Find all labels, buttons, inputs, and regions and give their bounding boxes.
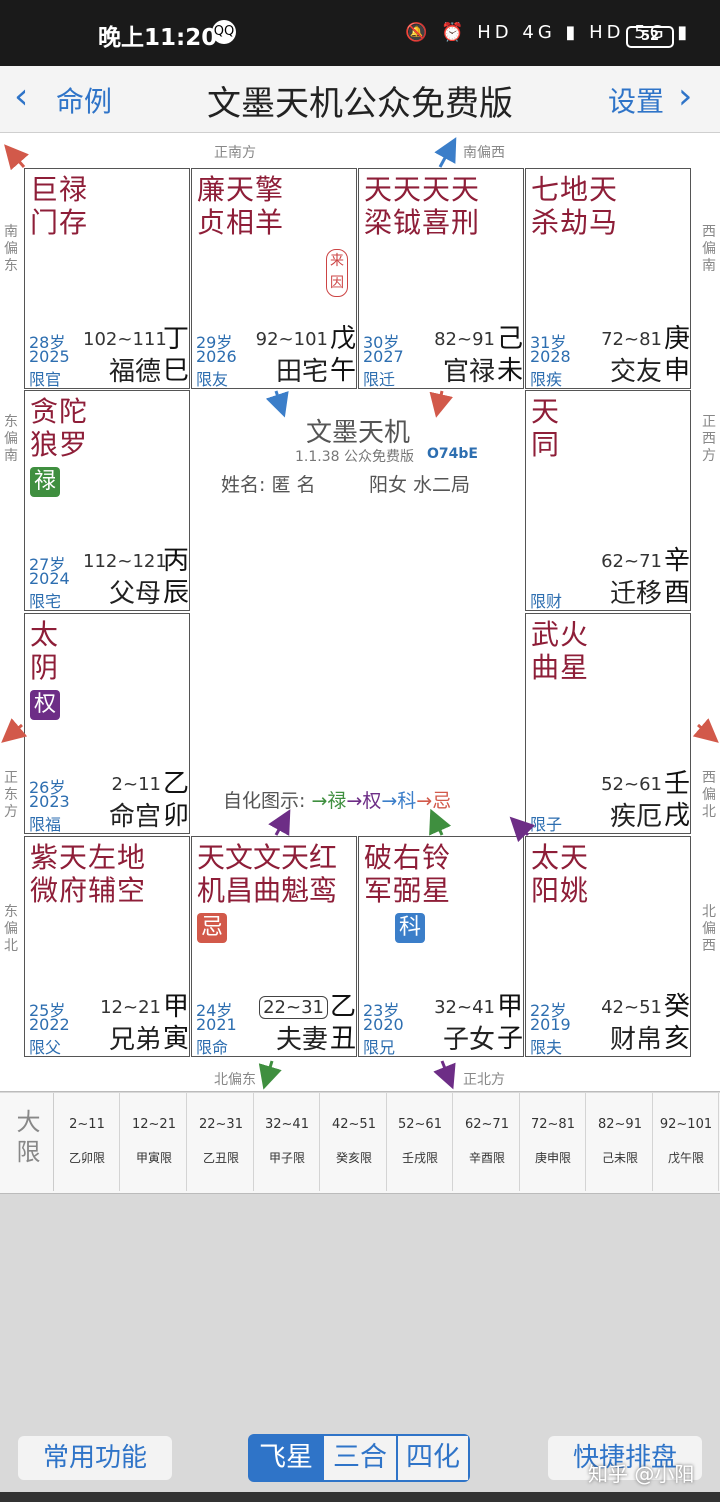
settings-button[interactable]: 设置: [608, 80, 664, 120]
daxian-cell[interactable]: 32~41 甲子限: [254, 1093, 320, 1191]
arrow-quan-icon: [509, 816, 536, 843]
daxian-cell[interactable]: 2~11 乙卯限: [54, 1093, 120, 1191]
back-button[interactable]: 命例: [56, 80, 112, 120]
system-nav-bar: [0, 1492, 720, 1502]
daxian-cell[interactable]: 72~81 庚申限: [520, 1093, 586, 1191]
arrow-ji-icon: [1, 718, 28, 743]
arrow-ke-icon: [265, 390, 289, 418]
arrow-quan-icon: [433, 1060, 456, 1090]
daxian-cell[interactable]: 42~51 癸亥限: [321, 1093, 387, 1191]
chart-mode-segmented: 飞星 三合 四化: [248, 1434, 470, 1482]
tab-sanhe[interactable]: 三合: [324, 1436, 396, 1480]
chevron-left-icon[interactable]: ‹: [14, 76, 28, 117]
daxian-cell[interactable]: 52~61 壬戌限: [387, 1093, 453, 1191]
daxian-cell[interactable]: 22~31 乙丑限: [188, 1093, 254, 1191]
arrow-lu-icon: [258, 1060, 282, 1090]
arrow-ji-icon: [429, 390, 453, 418]
nav-bar: 文墨天机公众免费版 ‹ 命例 设置 ›: [0, 66, 720, 133]
chevron-right-icon[interactable]: ›: [678, 76, 692, 117]
hua-arrows: [1, 137, 719, 1090]
arrow-ke-icon: [434, 137, 457, 168]
battery-icon: 52: [626, 26, 674, 48]
daxian-cell[interactable]: 92~101 戊午限: [653, 1093, 719, 1191]
watermark: 知乎 @小阳: [588, 1462, 695, 1486]
daxian-cell[interactable]: 62~71 辛酉限: [454, 1093, 520, 1191]
daxian-cell[interactable]: 82~91 己未限: [587, 1093, 653, 1191]
common-functions-button[interactable]: 常用功能: [18, 1436, 172, 1480]
qq-icon: QQ: [212, 20, 236, 44]
daxian-row: 大限 2~11 乙卯限 12~21 甲寅限 22~31 乙丑限 32~41 甲子限 42…: [0, 1093, 720, 1194]
status-bar: 晚上11:20 QQ 🔕 ⏰ HD 4G ▮ HD 5G ▮ 52: [0, 0, 720, 66]
tab-feixing[interactable]: 飞星: [250, 1436, 322, 1480]
arrow-ji-icon: [4, 144, 29, 171]
arrow-quan-icon: [268, 809, 291, 836]
daxian-label: 大限: [4, 1093, 54, 1191]
daxian-cell[interactable]: 12~21 甲寅限: [121, 1093, 187, 1191]
arrow-ji-icon: [692, 718, 719, 743]
arrow-lu-icon: [429, 808, 452, 836]
tab-sihua[interactable]: 四化: [398, 1436, 468, 1480]
status-time: 晚上11:20: [98, 25, 218, 51]
